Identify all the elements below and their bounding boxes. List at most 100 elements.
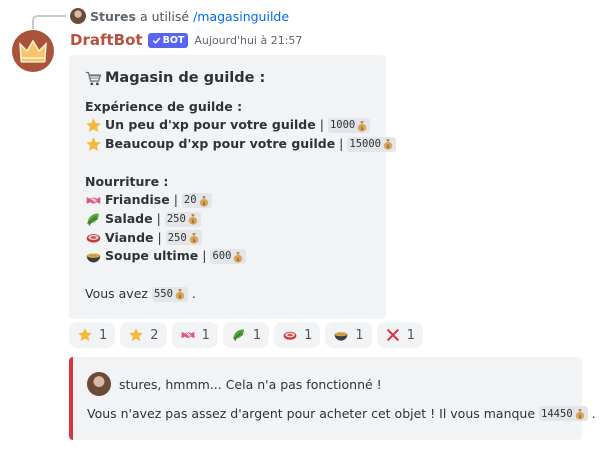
candy-icon <box>86 197 101 204</box>
star-icon <box>86 118 101 133</box>
item-label: Un peu d'xp pour votre guilde <box>105 117 316 133</box>
error-author-text: stures, hmmm... Cela n'a pas fonctionné … <box>119 376 382 392</box>
separator: | <box>202 248 207 264</box>
shop-item-xp-small: Un peu d'xp pour votre guilde | 1000 $ <box>85 116 374 135</box>
item-label: Beaucoup d'xp pour votre guilde <box>105 136 336 152</box>
slash-command-link[interactable]: /magasinguilde <box>193 9 289 24</box>
item-price-value: 250 <box>167 231 187 244</box>
balance-prefix: Vous avez <box>85 285 148 301</box>
money-bag-icon: $ <box>188 214 198 225</box>
bot-avatar[interactable] <box>12 30 54 72</box>
item-label: Soupe ultime <box>105 248 199 264</box>
svg-text:$: $ <box>192 238 195 244</box>
reaction-star[interactable]: 1 <box>69 322 116 348</box>
balance-value: 550 <box>153 287 173 300</box>
bot-username[interactable]: DraftBot <box>70 31 143 49</box>
reply-reference[interactable]: Stures a utilisé /magasinguilde <box>70 6 289 26</box>
item-price-value: 250 <box>166 212 186 225</box>
reply-action-text: a utilisé <box>139 8 190 24</box>
reactions-bar: 1 2 1 1 1 1 1 <box>69 322 423 348</box>
error-description: Vous n'avez pas assez d'argent pour ache… <box>87 406 596 421</box>
xp-section-heading: Expérience de guilde : <box>85 98 243 114</box>
error-embed-author: stures, hmmm... Cela n'a pas fonctionné … <box>87 372 570 396</box>
crown-icon <box>19 39 47 63</box>
timestamp[interactable]: Aujourd'hui à 21:57 <box>194 34 302 47</box>
separator: | <box>157 229 162 245</box>
money-bag-icon: $ <box>357 121 367 132</box>
replied-user-avatar[interactable] <box>70 8 86 24</box>
embed-title-text: Magasin de guilde : <box>105 70 266 86</box>
svg-text:$: $ <box>386 144 389 150</box>
item-price: 15000 $ <box>347 136 396 152</box>
reaction-soup[interactable]: 1 <box>325 322 372 348</box>
reaction-cross[interactable]: 1 <box>376 322 423 348</box>
item-price-value: 1000 <box>329 119 356 132</box>
error-embed: stures, hmmm... Cela n'a pas fonctionné … <box>69 357 596 440</box>
money-bag-icon: $ <box>383 139 393 150</box>
item-price-value: 20 <box>183 194 197 207</box>
food-section-heading: Nourriture : <box>85 173 169 189</box>
reaction-candy[interactable]: 1 <box>171 322 218 348</box>
shop-item-xp-large: Beaucoup d'xp pour votre guilde | 15000 $ <box>85 135 396 154</box>
reaction-salad[interactable]: 1 <box>222 322 270 348</box>
item-price: 600 $ <box>210 249 247 265</box>
balance-line: Vous avez 550 $ . <box>85 285 374 304</box>
separator: | <box>156 210 161 226</box>
svg-text:$: $ <box>178 294 181 300</box>
reaction-count: 1 <box>355 327 364 343</box>
missing-value: 14450 <box>541 407 573 420</box>
missing-amount: 14450 $ <box>539 406 588 421</box>
reaction-count: 1 <box>406 327 415 343</box>
money-bag-icon: $ <box>234 251 243 262</box>
reaction-meat[interactable]: 1 <box>274 322 321 348</box>
error-description-text: Vous n'avez pas assez d'argent pour ache… <box>87 406 536 421</box>
money-bag-icon: $ <box>199 195 208 206</box>
meat-icon <box>86 234 101 244</box>
item-label: Viande <box>105 229 154 245</box>
shop-item-candy: Friandise | 20 $ <box>85 191 374 210</box>
item-price-value: 15000 <box>349 138 381 151</box>
svg-text:$: $ <box>202 200 205 206</box>
reaction-count: 1 <box>252 327 262 343</box>
embed-title: Magasin de guilde : <box>85 69 374 88</box>
reply-connector <box>32 15 66 29</box>
message-header: DraftBot BOT Aujourd'hui à 21:57 <box>70 30 302 50</box>
soup-icon <box>335 332 348 341</box>
separator: | <box>339 136 344 152</box>
cross-icon <box>386 329 399 341</box>
reaction-count: 1 <box>201 327 210 343</box>
shop-item-soup: Soupe ultime | 600 $ <box>85 247 374 266</box>
reaction-star-2[interactable]: 2 <box>120 322 167 348</box>
money-bag-icon: $ <box>175 289 185 300</box>
shop-item-salad: Salade | 250 $ <box>85 210 374 229</box>
bot-tag-label: BOT <box>162 34 185 46</box>
balance-suffix: . <box>191 285 196 301</box>
candy-icon <box>181 331 194 339</box>
salad-icon <box>232 329 244 341</box>
svg-text:$: $ <box>237 256 240 262</box>
shop-embed: Magasin de guilde : Expérience de guilde… <box>69 55 396 319</box>
money-bag-icon: $ <box>575 408 584 419</box>
money-bag-icon: $ <box>189 233 198 244</box>
item-price: 1000 $ <box>327 118 371 134</box>
star-icon <box>86 137 101 151</box>
replied-username[interactable]: Stures <box>90 9 136 24</box>
star-icon <box>78 328 92 342</box>
item-price: 250 $ <box>164 211 201 227</box>
reaction-count: 1 <box>304 327 313 343</box>
meat-icon <box>283 331 297 340</box>
shopping-cart-icon <box>85 71 102 86</box>
star-icon <box>129 328 144 342</box>
item-label: Friandise <box>105 192 170 208</box>
item-label: Salade <box>105 210 153 226</box>
bot-tag: BOT <box>147 32 189 48</box>
svg-text:$: $ <box>191 219 194 225</box>
separator: | <box>173 192 178 208</box>
separator: | <box>319 117 324 133</box>
author-avatar <box>87 372 111 396</box>
shop-item-meat: Viande | 250 $ <box>85 229 374 248</box>
balance-amount: 550 $ <box>151 286 188 302</box>
reaction-count: 2 <box>150 327 159 343</box>
